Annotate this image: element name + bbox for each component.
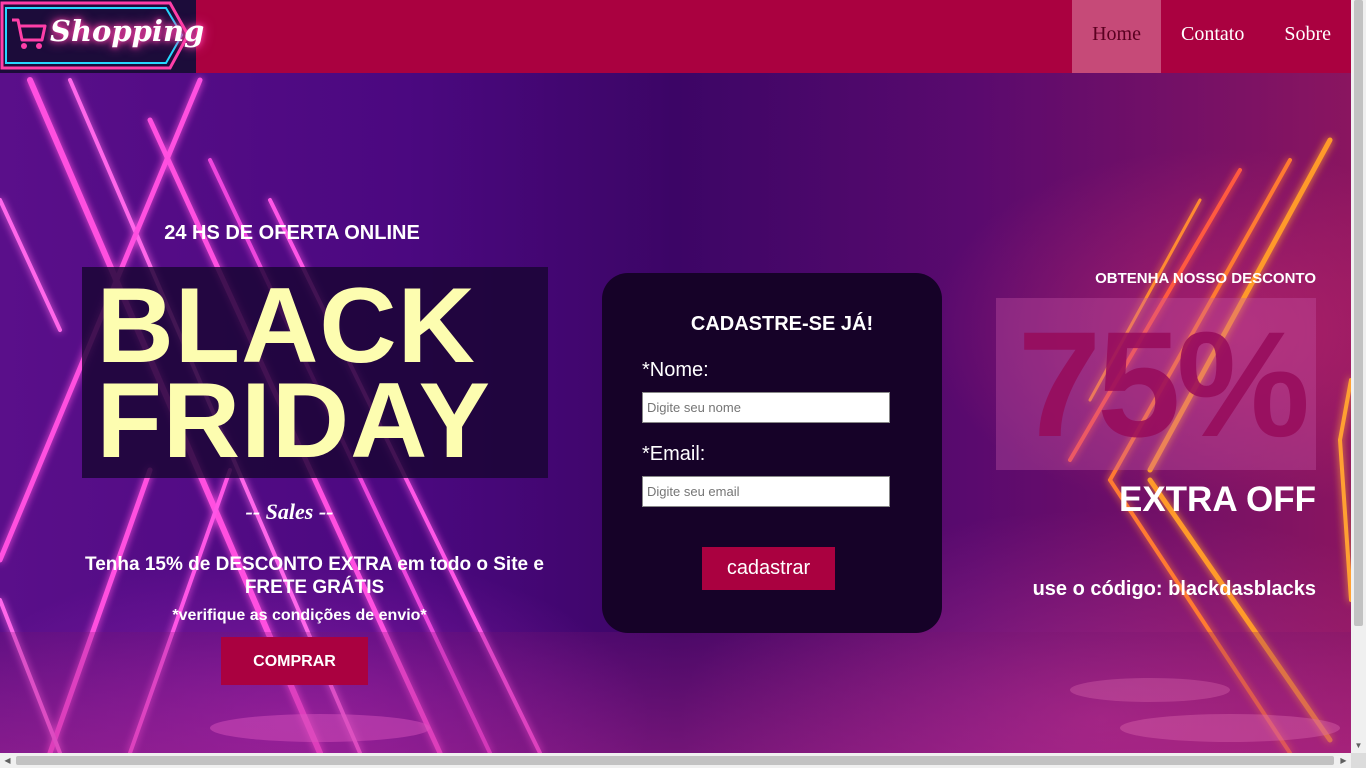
email-input[interactable] bbox=[642, 476, 890, 507]
extra-off-text: EXTRA OFF bbox=[1118, 480, 1316, 519]
discount-percent: 75% bbox=[1017, 300, 1310, 468]
horizontal-scrollbar[interactable]: ◀ ▶ bbox=[0, 753, 1351, 768]
discount-offer: OBTENHA NOSSO DESCONTO 75% EXTRA OFF use… bbox=[986, 270, 1316, 600]
scrollbar-corner bbox=[1351, 753, 1366, 768]
form-title: CADASTRE-SE JÁ! bbox=[690, 313, 874, 335]
buy-button[interactable]: COMPRAR bbox=[221, 637, 368, 685]
navbar: Shopping Home Contato Sobre bbox=[0, 0, 1351, 73]
headline-black: BLACK bbox=[96, 265, 476, 385]
headline-friday: FRIDAY bbox=[96, 360, 491, 480]
coupon-code-text: use o código: blackdasblacks bbox=[1032, 578, 1316, 600]
shopping-cart-icon bbox=[12, 18, 47, 49]
percent-box: 75% bbox=[996, 298, 1316, 470]
cadastrar-button[interactable]: cadastrar bbox=[702, 547, 835, 590]
nav-menu: Home Contato Sobre bbox=[1072, 0, 1351, 73]
nav-contato-link[interactable]: Contato bbox=[1161, 0, 1264, 73]
offer-intro: OBTENHA NOSSO DESCONTO bbox=[1095, 270, 1316, 287]
nav-home-link[interactable]: Home bbox=[1072, 0, 1161, 73]
nav-sobre-link[interactable]: Sobre bbox=[1264, 0, 1351, 73]
name-label: *Nome: bbox=[642, 359, 709, 381]
logo-text: Shopping bbox=[50, 14, 205, 48]
logo[interactable]: Shopping bbox=[0, 0, 204, 73]
sales-subhead: -- Sales -- bbox=[245, 499, 334, 524]
shipping-note: *verifique as condições de envio* bbox=[172, 607, 427, 624]
offer-tagline: 24 HS DE OFERTA ONLINE bbox=[164, 222, 420, 244]
scroll-down-arrow-icon[interactable]: ▼ bbox=[1351, 738, 1366, 753]
scroll-right-arrow-icon[interactable]: ▶ bbox=[1336, 753, 1351, 768]
scroll-left-arrow-icon[interactable]: ◀ bbox=[0, 753, 15, 768]
vertical-scrollbar[interactable]: ▲ ▼ bbox=[1351, 0, 1366, 753]
promo-section: 24 HS DE OFERTA ONLINE BLACK FRIDAY -- S… bbox=[81, 222, 548, 685]
signup-form: CADASTRE-SE JÁ! *Nome: *Email: cadastrar bbox=[602, 273, 942, 633]
discount-text: Tenha 15% de DESCONTO EXTRA em todo o Si… bbox=[85, 554, 544, 598]
email-label: *Email: bbox=[642, 443, 706, 465]
horizontal-scroll-thumb[interactable] bbox=[16, 756, 1334, 765]
vertical-scroll-thumb[interactable] bbox=[1354, 0, 1363, 626]
name-input[interactable] bbox=[642, 392, 890, 423]
black-friday-banner: BLACK FRIDAY bbox=[81, 267, 548, 478]
